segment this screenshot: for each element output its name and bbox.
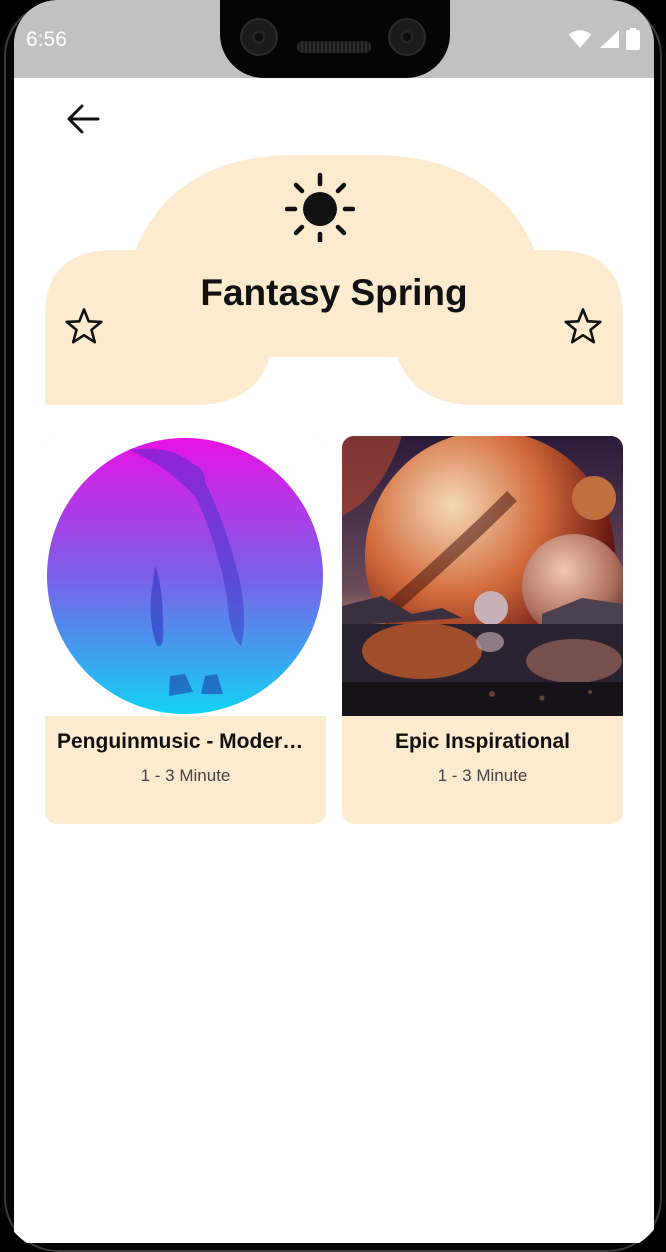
cellular-signal-icon — [600, 30, 619, 48]
card-title: Penguinmusic - Modern Chillout — [57, 730, 314, 753]
front-camera-right — [388, 18, 426, 56]
card-artwork-penguin — [45, 436, 326, 716]
arrow-left-icon — [67, 104, 100, 134]
camera-notch — [220, 0, 450, 78]
card-duration: 1 - 3 Minute — [437, 766, 528, 785]
earpiece-speaker — [297, 41, 371, 53]
track-card[interactable]: Penguinmusic - Modern Chillout 1 - 3 Min… — [45, 436, 326, 824]
track-card[interactable]: Epic Inspirational 1 - 3 Minute — [342, 436, 623, 824]
battery-icon — [626, 28, 640, 50]
card-title: Epic Inspirational — [394, 730, 571, 753]
wifi-icon — [568, 30, 592, 48]
sun-icon — [285, 172, 355, 242]
star-outline-icon[interactable] — [563, 307, 603, 347]
system-icons — [568, 28, 640, 50]
card-duration: 1 - 3 Minute — [140, 766, 231, 785]
front-camera-left — [240, 18, 278, 56]
star-outline-icon[interactable] — [64, 307, 104, 347]
card-artwork-planets — [342, 436, 623, 716]
playlist-title: Fantasy Spring — [200, 272, 468, 313]
status-time: 6:56 — [26, 28, 67, 51]
back-button[interactable] — [60, 96, 106, 142]
app-screen: 6:56 Fantasy Spring Penguinmusic - Moder… — [14, 0, 654, 1243]
device-frame: 6:56 Fantasy Spring Penguinmusic - Moder… — [0, 0, 666, 1252]
